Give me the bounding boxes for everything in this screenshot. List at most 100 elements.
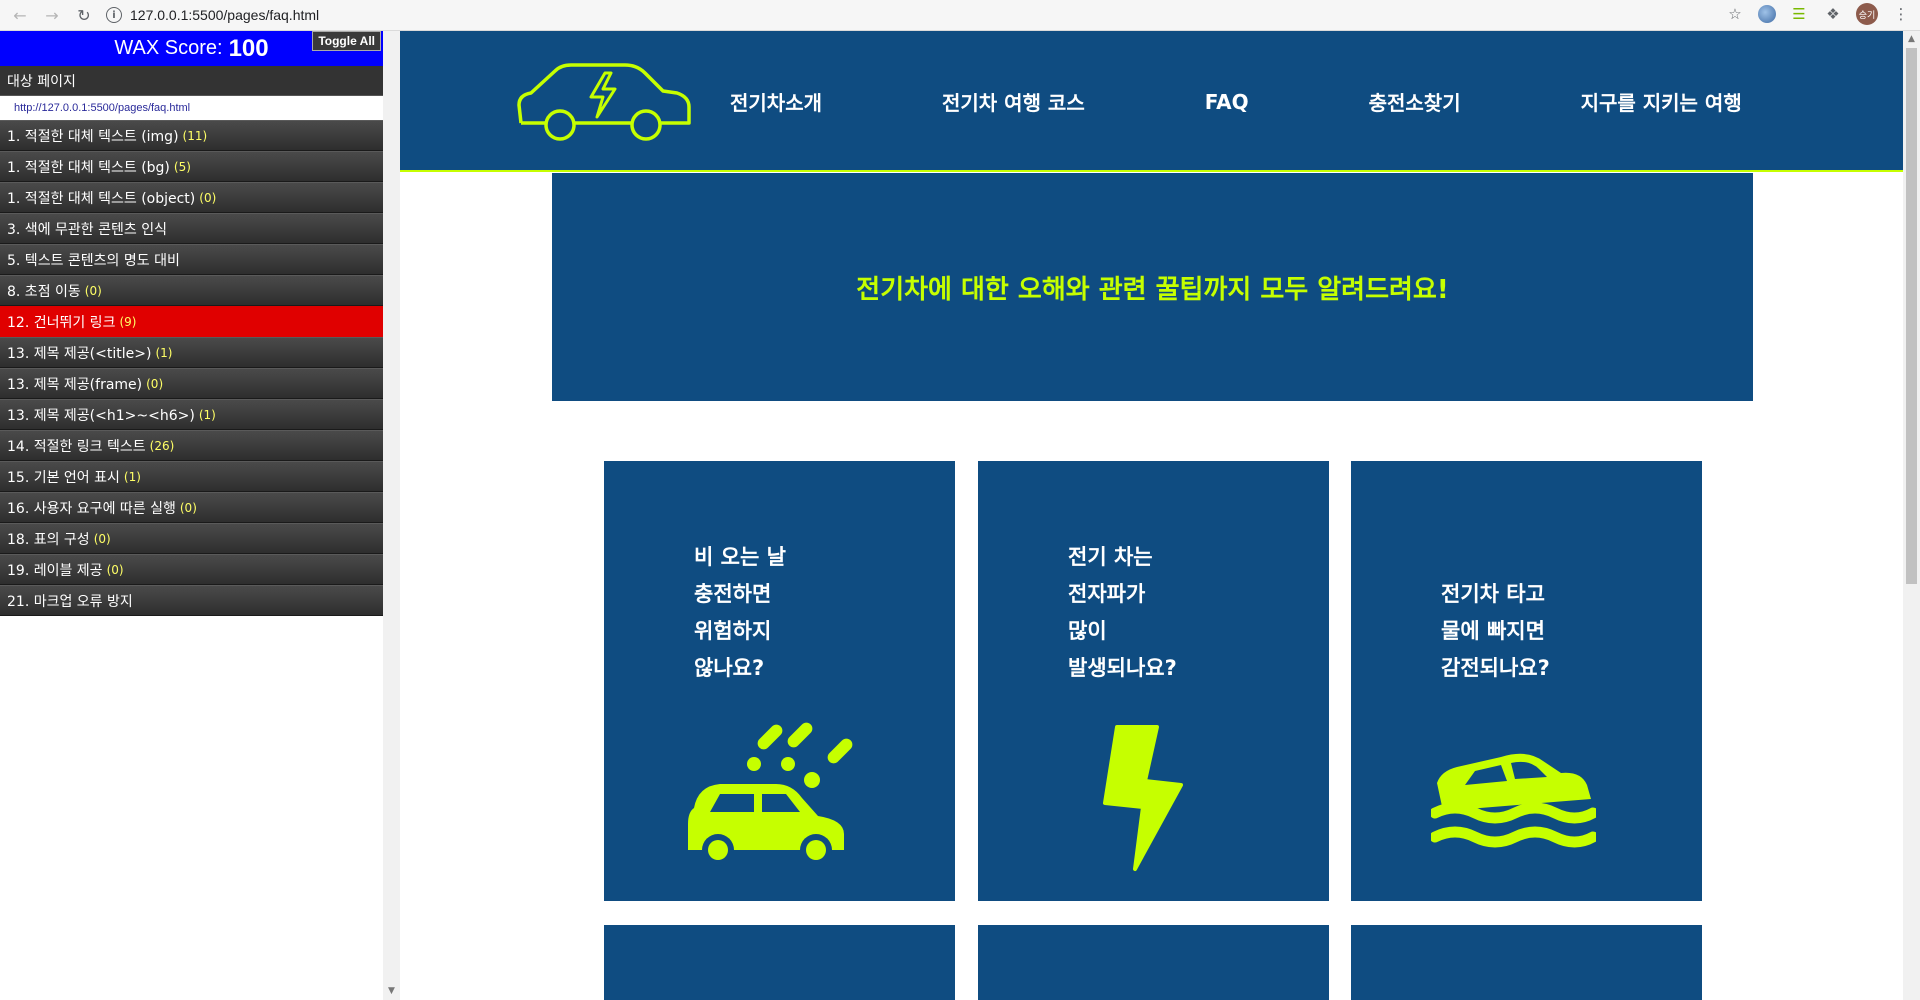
main-nav: 전기차소개 전기차 여행 코스 FAQ 충전소찾기 지구를 지키는 여행: [730, 31, 1742, 172]
wax-check-item[interactable]: 1. 적절한 대체 텍스트 (bg) (5): [0, 151, 383, 182]
reload-icon[interactable]: ↻: [72, 3, 96, 27]
faq-card-question-line: 전기차 타고: [1441, 582, 1545, 606]
car-rain-icon: [688, 722, 853, 866]
scroll-up-arrow-icon[interactable]: ▲: [1903, 31, 1920, 48]
wax-check-label: 16. 사용자 요구에 따른 실행: [7, 500, 176, 517]
extension-ladder-icon[interactable]: ☰: [1788, 3, 1810, 25]
faq-card-question-line: 전자파가: [1068, 582, 1146, 606]
wax-check-label: 3. 색에 무관한 콘텐츠 인식: [7, 221, 167, 238]
wax-check-label: 1. 적절한 대체 텍스트 (object): [7, 190, 196, 207]
hero-banner: 전기차에 대한 오해와 관련 꿀팁까지 모두 알려드려요!: [552, 173, 1753, 401]
wax-check-item[interactable]: 1. 적절한 대체 텍스트 (img) (11): [0, 120, 383, 151]
wax-score-label: WAX Score:: [114, 37, 223, 59]
wax-check-count: (0): [146, 376, 164, 391]
wax-check-label: 14. 적절한 링크 텍스트: [7, 438, 146, 455]
bookmark-star-icon[interactable]: ☆: [1724, 3, 1746, 25]
faq-card-question: 전기 차는 전자파가 많이 발생되나요?: [1068, 539, 1177, 687]
faq-card-question-line: 감전되나요?: [1441, 656, 1550, 680]
wax-check-label: 15. 기본 언어 표시: [7, 469, 120, 486]
wax-check-item[interactable]: 3. 색에 무관한 콘텐츠 인식: [0, 213, 383, 244]
menu-kebab-icon[interactable]: ⋮: [1890, 3, 1912, 25]
wax-score-bar: WAX Score: 100 Toggle All: [0, 31, 383, 66]
wax-score-value: 100: [228, 34, 269, 62]
ev-car-logo-icon[interactable]: [513, 61, 693, 141]
faq-card-question: 비 오는 날 충전하면 위험하지 않나요?: [694, 539, 786, 687]
wax-check-count: (5): [173, 159, 191, 174]
wax-check-label: 21. 마크업 오류 방지: [7, 593, 133, 610]
faq-card-question-line: 발생되나요?: [1068, 656, 1177, 680]
wax-check-label: 12. 건너뛰기 링크: [7, 314, 116, 331]
nav-link[interactable]: 충전소찾기: [1369, 87, 1461, 116]
wax-check-item[interactable]: 13. 제목 제공(frame) (0): [0, 368, 383, 399]
toggle-all-button[interactable]: Toggle All: [312, 31, 381, 51]
faq-card[interactable]: [604, 925, 955, 1000]
browser-toolbar: ← → ↻ i 127.0.0.1:5500/pages/faq.html ☆ …: [0, 0, 1920, 31]
wax-check-count: (9): [119, 314, 137, 329]
wax-check-label: 8. 초점 이동: [7, 283, 81, 300]
wax-check-item[interactable]: 14. 적절한 링크 텍스트 (26): [0, 430, 383, 461]
wax-check-count: (1): [155, 345, 173, 360]
wax-check-label: 13. 제목 제공(frame): [7, 376, 143, 393]
faq-card[interactable]: [978, 925, 1329, 1000]
car-flood-icon: [1431, 753, 1596, 848]
wax-check-item[interactable]: 12. 건너뛰기 링크 (9): [0, 306, 383, 337]
nav-link[interactable]: 전기차 여행 코스: [942, 87, 1085, 116]
page-viewport: 전기차소개 전기차 여행 코스 FAQ 충전소찾기 지구를 지키는 여행 전기차에 대한…: [400, 31, 1903, 1000]
lightning-bolt-icon: [1103, 725, 1183, 871]
banner-title: 전기차에 대한 오해와 관련 꿀팁까지 모두 알려드려요!: [856, 274, 1449, 305]
faq-card[interactable]: 비 오는 날 충전하면 위험하지 않나요?: [604, 461, 955, 901]
faq-card-question: 전기차 타고 물에 빠지면 감전되나요?: [1441, 576, 1550, 687]
back-arrow-icon[interactable]: ←: [8, 3, 32, 27]
wax-check-count: (0): [199, 190, 217, 205]
wax-check-item[interactable]: 13. 제목 제공(<h1>~<h6>) (1): [0, 399, 383, 430]
extensions-puzzle-icon[interactable]: ❖: [1822, 3, 1844, 25]
wax-check-label: 13. 제목 제공(<title>): [7, 345, 152, 362]
nav-link[interactable]: 전기차소개: [730, 87, 822, 116]
wax-check-count: (0): [106, 562, 124, 577]
wax-check-item[interactable]: 15. 기본 언어 표시 (1): [0, 461, 383, 492]
address-bar[interactable]: i 127.0.0.1:5500/pages/faq.html: [106, 4, 319, 26]
wax-check-label: 1. 적절한 대체 텍스트 (img): [7, 128, 179, 145]
faq-card[interactable]: [1351, 925, 1702, 1000]
extension-globe-icon[interactable]: [1758, 5, 1776, 23]
wax-check-item[interactable]: 18. 표의 구성 (0): [0, 523, 383, 554]
page-scrollbar[interactable]: ▲: [1903, 31, 1920, 1000]
wax-check-label: 18. 표의 구성: [7, 531, 90, 548]
scroll-down-arrow-icon[interactable]: ▼: [383, 983, 400, 1000]
nav-link[interactable]: FAQ: [1205, 90, 1249, 114]
wax-target-url: http://127.0.0.1:5500/pages/faq.html: [0, 96, 383, 120]
wax-check-label: 5. 텍스트 콘텐츠의 명도 대비: [7, 252, 180, 269]
scrollbar-thumb[interactable]: [1906, 48, 1917, 584]
wax-check-count: (0): [179, 500, 197, 515]
wax-panel: WAX Score: 100 Toggle All 대상 페이지 http://…: [0, 31, 383, 1000]
address-url[interactable]: 127.0.0.1:5500/pages/faq.html: [130, 7, 319, 23]
faq-card-question-line: 전기 차는: [1068, 545, 1153, 569]
faq-card-question-line: 많이: [1068, 619, 1107, 643]
site-info-icon[interactable]: i: [106, 7, 122, 23]
forward-arrow-icon[interactable]: →: [40, 3, 64, 27]
wax-check-item[interactable]: 19. 레이블 제공 (0): [0, 554, 383, 585]
wax-check-count: (0): [84, 283, 102, 298]
wax-check-count: (1): [123, 469, 141, 484]
nav-link[interactable]: 지구를 지키는 여행: [1581, 87, 1742, 116]
wax-check-item[interactable]: 1. 적절한 대체 텍스트 (object) (0): [0, 182, 383, 213]
wax-check-item[interactable]: 13. 제목 제공(<title>) (1): [0, 337, 383, 368]
wax-target-label: 대상 페이지: [0, 66, 383, 96]
faq-card[interactable]: 전기 차는 전자파가 많이 발생되나요?: [978, 461, 1329, 901]
site-header: 전기차소개 전기차 여행 코스 FAQ 충전소찾기 지구를 지키는 여행: [400, 31, 1903, 172]
wax-check-count: (1): [198, 407, 216, 422]
wax-check-count: (11): [182, 128, 208, 143]
faq-card-question-line: 충전하면: [694, 582, 772, 606]
faq-card-question-line: 물에 빠지면: [1441, 619, 1545, 643]
wax-check-item[interactable]: 8. 초점 이동 (0): [0, 275, 383, 306]
wax-check-count: (26): [149, 438, 175, 453]
wax-check-item[interactable]: 5. 텍스트 콘텐츠의 명도 대비: [0, 244, 383, 275]
wax-check-list: 1. 적절한 대체 텍스트 (img) (11) 1. 적절한 대체 텍스트 (bg…: [0, 120, 383, 616]
faq-card[interactable]: 전기차 타고 물에 빠지면 감전되나요?: [1351, 461, 1702, 901]
wax-panel-scrollbar[interactable]: ▼: [383, 31, 400, 1000]
wax-check-item[interactable]: 21. 마크업 오류 방지: [0, 585, 383, 616]
profile-avatar[interactable]: 승기: [1856, 3, 1878, 25]
faq-card-question-line: 비 오는 날: [694, 545, 786, 569]
wax-check-label: 19. 레이블 제공: [7, 562, 103, 579]
wax-check-item[interactable]: 16. 사용자 요구에 따른 실행 (0): [0, 492, 383, 523]
